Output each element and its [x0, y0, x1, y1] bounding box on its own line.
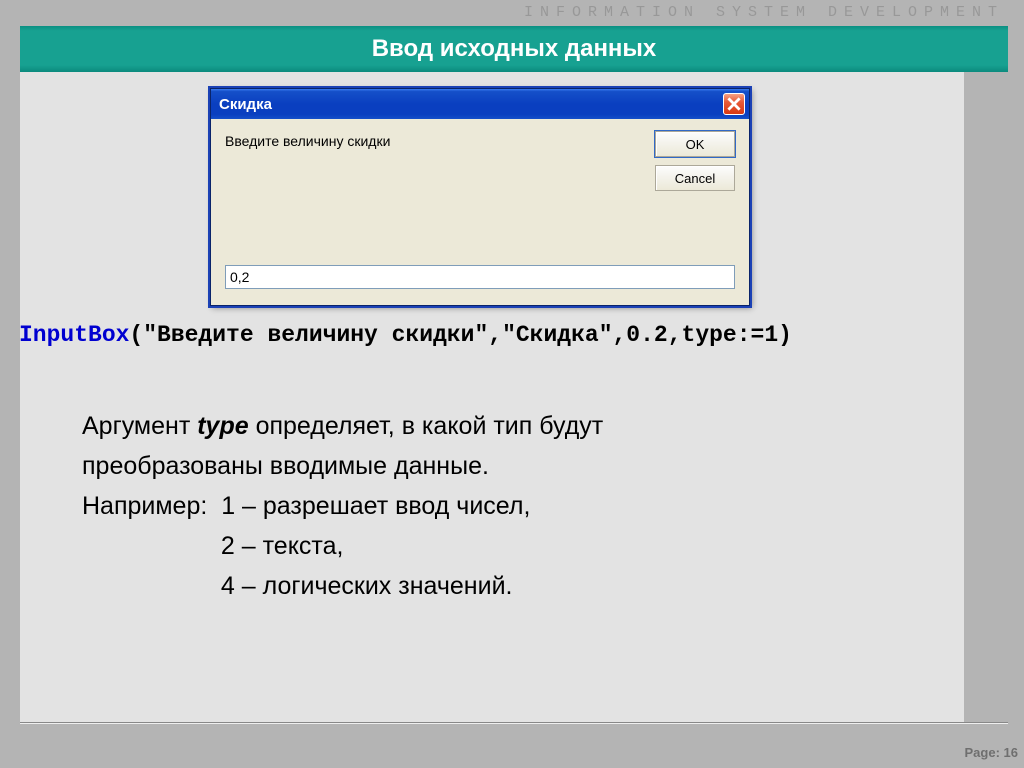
dialog-title: Скидка — [219, 96, 272, 113]
cancel-button[interactable]: Cancel — [655, 165, 735, 191]
code-line: InputBox("Введите величину скидки","Скид… — [19, 322, 792, 348]
code-function-name: InputBox — [19, 322, 129, 348]
dialog-titlebar[interactable]: Скидка — [211, 89, 749, 119]
argument-name: type — [197, 412, 248, 440]
example-line2: 2 – текста, — [82, 526, 882, 566]
para-line2: преобразованы вводимые данные. — [82, 446, 882, 486]
example-line1: Например: 1 – разрешает ввод чисел, — [82, 486, 882, 526]
close-icon — [727, 97, 741, 111]
header-tagline: INFORMATION SYSTEM DEVELOPMENT — [524, 4, 1004, 21]
slide-title: Ввод исходных данных — [372, 35, 657, 63]
dialog-body: Введите величину скидки OK Cancel — [211, 119, 749, 305]
page-number: Page: 16 — [965, 745, 1018, 760]
code-arguments: ("Введите величину скидки","Скидка",0.2,… — [129, 322, 792, 348]
ok-button[interactable]: OK — [655, 131, 735, 157]
close-button[interactable] — [723, 93, 745, 115]
content-panel: Скидка Введите величину скидки OK Cancel… — [20, 72, 964, 722]
example-line3: 4 – логических значений. — [82, 566, 882, 606]
explanation-paragraph: Аргумент type определяет, в какой тип бу… — [82, 406, 882, 606]
bottom-divider — [20, 722, 1008, 724]
dialog-buttons: OK Cancel — [655, 131, 735, 191]
title-band: Ввод исходных данных — [20, 26, 1008, 72]
dialog-input[interactable] — [225, 265, 735, 289]
inputbox-dialog: Скидка Введите величину скидки OK Cancel — [210, 88, 750, 306]
para-line1: Аргумент type определяет, в какой тип бу… — [82, 406, 882, 446]
dialog-input-row — [225, 265, 735, 289]
right-margin-stripe — [964, 72, 1008, 724]
